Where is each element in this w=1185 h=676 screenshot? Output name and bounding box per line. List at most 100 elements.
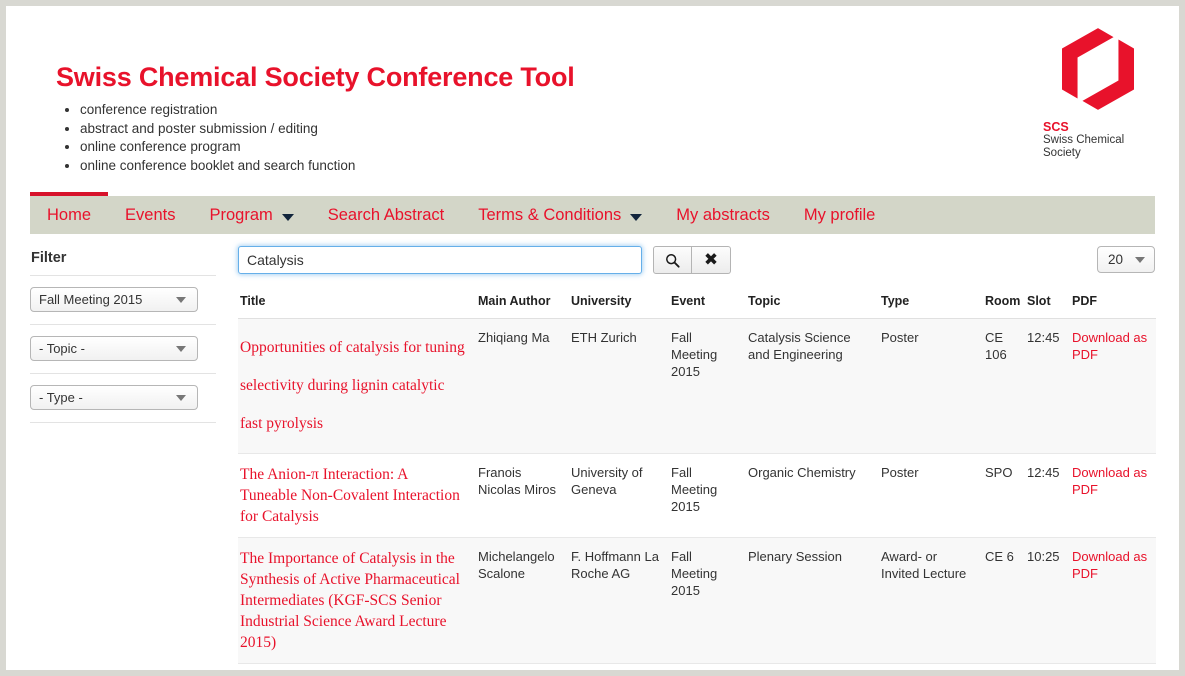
table-row: The Importance of Catalysis in the Synth… (238, 538, 1156, 664)
chevron-down-icon (630, 214, 642, 221)
nav-item-home[interactable]: Home (30, 196, 108, 234)
search-icon (665, 253, 680, 268)
cell-title: The Importance of Catalysis in the Synth… (238, 538, 476, 664)
results-panel: ✖ 20 Title Main Author Univer (216, 234, 1155, 664)
content-area: Filter Fall Meeting 2015 - Topic - - Typ… (6, 234, 1179, 664)
cell-room: SPO (983, 454, 1025, 538)
page-title: Swiss Chemical Society Conference Tool (56, 62, 575, 93)
cell-pdf: Download as PDF (1070, 319, 1156, 454)
cell-slot: 10:25 (1025, 538, 1070, 664)
filter-row-type: - Type - (30, 373, 216, 422)
search-bar: ✖ 20 (238, 246, 1155, 280)
search-input-wrapper (238, 246, 642, 274)
column-header-title[interactable]: Title (238, 294, 476, 319)
cell-topic: Plenary Session (746, 538, 879, 664)
column-header-main-author[interactable]: Main Author (476, 294, 569, 319)
download-pdf-link[interactable]: Download as PDF (1072, 549, 1147, 581)
nav-item-events[interactable]: Events (108, 196, 192, 234)
search-submit-button[interactable] (653, 246, 692, 274)
search-clear-button[interactable]: ✖ (692, 246, 731, 274)
table-header-row: Title Main Author University Event Topic… (238, 294, 1156, 319)
scs-hexagon-logo-icon (1057, 24, 1139, 114)
nav-item-search-abstract[interactable]: Search Abstract (311, 196, 461, 234)
main-navigation: Home Events Program Search Abstract Term… (30, 196, 1155, 234)
column-header-topic[interactable]: Topic (746, 294, 879, 319)
cell-topic: Catalysis Science and Engineering (746, 319, 879, 454)
download-pdf-link[interactable]: Download as PDF (1072, 465, 1147, 497)
table-row: The Anion-π Interaction: A Tuneable Non-… (238, 454, 1156, 538)
nav-label: Search Abstract (328, 206, 444, 225)
table-header: Title Main Author University Event Topic… (238, 294, 1156, 319)
page-size-value: 20 (1108, 252, 1123, 267)
search-input[interactable] (238, 246, 642, 274)
type-filter-select[interactable]: - Type - (30, 385, 198, 410)
logo-name-line2: Society (1043, 147, 1151, 160)
cell-type: Poster (879, 319, 983, 454)
download-pdf-link[interactable]: Download as PDF (1072, 330, 1147, 362)
scs-logo[interactable]: SCS Swiss Chemical Society (1043, 24, 1151, 160)
cell-title: Opportunities of catalysis for tuning se… (238, 319, 476, 454)
cell-university: University of Geneva (569, 454, 669, 538)
cell-room: CE 106 (983, 319, 1025, 454)
nav-item-program[interactable]: Program (192, 196, 310, 234)
cell-event: Fall Meeting 2015 (669, 454, 746, 538)
cell-topic: Organic Chemistry (746, 454, 879, 538)
type-filter-value: - Type - (39, 390, 83, 405)
column-header-room[interactable]: Room (983, 294, 1025, 319)
cell-slot: 12:45 (1025, 454, 1070, 538)
column-header-event[interactable]: Event (669, 294, 746, 319)
cell-main-author: Franois Nicolas Miros (476, 454, 569, 538)
feature-item: conference registration (80, 101, 355, 120)
cell-main-author: Michelangelo Scalone (476, 538, 569, 664)
filter-row-topic: - Topic - (30, 324, 216, 373)
browser-viewport: Swiss Chemical Society Conference Tool c… (0, 0, 1185, 676)
chevron-down-icon (282, 214, 294, 221)
page-size-select[interactable]: 20 (1097, 246, 1155, 273)
cell-event: Fall Meeting 2015 (669, 538, 746, 664)
nav-label: Events (125, 206, 175, 225)
chevron-down-icon (176, 346, 186, 352)
cell-type: Poster (879, 454, 983, 538)
topic-filter-select[interactable]: - Topic - (30, 336, 198, 361)
filter-row-event: Fall Meeting 2015 (30, 275, 216, 324)
cell-pdf: Download as PDF (1070, 454, 1156, 538)
column-header-pdf[interactable]: PDF (1070, 294, 1156, 319)
filter-heading: Filter (30, 250, 216, 266)
feature-list: conference registration abstract and pos… (58, 101, 355, 175)
event-filter-select[interactable]: Fall Meeting 2015 (30, 287, 198, 312)
close-icon: ✖ (704, 252, 718, 269)
abstracts-results-table: Title Main Author University Event Topic… (238, 294, 1156, 664)
topic-filter-value: - Topic - (39, 341, 85, 356)
event-filter-value: Fall Meeting 2015 (39, 292, 142, 307)
abstract-title-link[interactable]: The Importance of Catalysis in the Synth… (240, 550, 460, 651)
cell-event: Fall Meeting 2015 (669, 319, 746, 454)
nav-item-my-abstracts[interactable]: My abstracts (659, 196, 787, 234)
logo-abbr: SCS (1043, 120, 1151, 134)
cell-pdf: Download as PDF (1070, 538, 1156, 664)
chevron-down-icon (176, 395, 186, 401)
column-header-type[interactable]: Type (879, 294, 983, 319)
nav-item-my-profile[interactable]: My profile (787, 196, 893, 234)
filter-list-end-divider (30, 422, 216, 423)
nav-label: Home (47, 206, 91, 225)
feature-item: online conference booklet and search fun… (80, 157, 355, 176)
table-row: Opportunities of catalysis for tuning se… (238, 319, 1156, 454)
nav-label: My profile (804, 206, 876, 225)
cell-room: CE 6 (983, 538, 1025, 664)
abstract-title-link[interactable]: The Anion-π Interaction: A Tuneable Non-… (240, 466, 460, 525)
cell-university: F. Hoffmann La Roche AG (569, 538, 669, 664)
cell-slot: 12:45 (1025, 319, 1070, 454)
cell-type: Award- or Invited Lecture (879, 538, 983, 664)
chevron-down-icon (1135, 257, 1145, 263)
column-header-slot[interactable]: Slot (1025, 294, 1070, 319)
abstract-title-link[interactable]: Opportunities of catalysis for tuning se… (240, 339, 465, 432)
column-header-university[interactable]: University (569, 294, 669, 319)
nav-label: My abstracts (676, 206, 770, 225)
nav-label: Terms & Conditions (478, 206, 621, 225)
logo-name-line1: Swiss Chemical (1043, 134, 1151, 147)
nav-label: Program (209, 206, 272, 225)
cell-main-author: Zhiqiang Ma (476, 319, 569, 454)
table-body: Opportunities of catalysis for tuning se… (238, 319, 1156, 664)
nav-item-terms-conditions[interactable]: Terms & Conditions (461, 196, 659, 234)
cell-title: The Anion-π Interaction: A Tuneable Non-… (238, 454, 476, 538)
